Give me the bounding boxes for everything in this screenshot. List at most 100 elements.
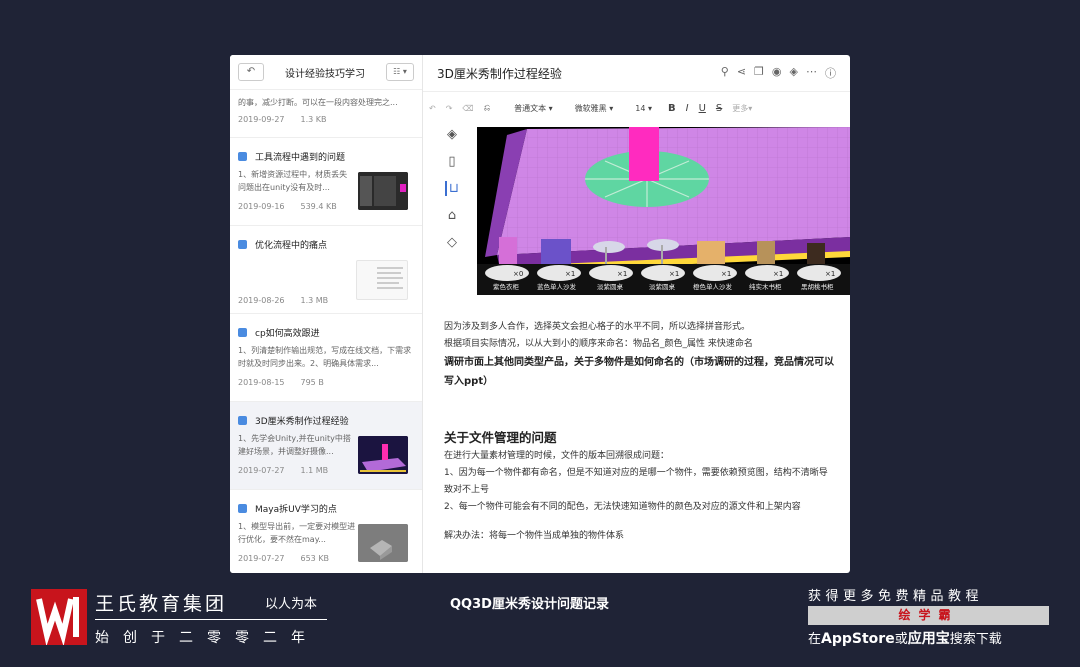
brand-divider — [95, 619, 327, 620]
embedded-3d-scene-image: ×0 紫色衣柜 ×1 蓝色单人沙发 ×1 淡紫圆桌 ×1 淡紫圆桌 ×1 橙色单… — [477, 127, 850, 295]
note-snippet: 1、模型导出前，一定要对模型进行优化，要不然在may... — [238, 522, 356, 544]
copy-icon[interactable]: ❐ — [754, 65, 764, 81]
list-item[interactable]: 工具流程中遇到的问题 1、新增资源过程中，材质丢失 问题出在unity没有及时.… — [230, 138, 422, 226]
paragraph: 根据项目实际情况，以从大到小的顺序来命名：物品名_颜色_属性 来快速命名 — [444, 339, 753, 349]
share-icon[interactable]: ⋖ — [737, 65, 746, 81]
format-toolbar: ↶ ↷ ⌫ ⎌ 普通文本 ▾ 微软雅黑 ▾ 14 ▾ B I U S 更多▾ — [423, 92, 850, 124]
note-thumbnail — [358, 172, 408, 210]
note-snippet: 的事，减少打断。可以在一段内容处理完之... — [238, 98, 398, 107]
insert-side-toolbar: ◈ ▯ ⊔ ⌂ ◇ — [441, 125, 463, 297]
section-heading: 关于文件管理的问题 — [444, 430, 557, 445]
bag-icon[interactable]: ⌂ — [448, 208, 456, 223]
paragraph: 2、每一个物件可能会有不同的配色，无法快速知道物件的颜色及对应的源文件和上架内容 — [444, 502, 801, 512]
list-item[interactable]: cp如何高效跟进 1、列清楚制作输出规范，写成在线文档，下需求时就及时同步出来。… — [230, 314, 422, 402]
scene-item-label: 淡紫圆桌 — [597, 282, 624, 291]
note-date: 2019-08-26 — [238, 296, 285, 305]
note-title: cp如何高效跟进 — [255, 328, 320, 339]
note-date: 2019-09-16 — [238, 202, 285, 211]
note-list-sidebar: ↶ 设计经验技巧学习 ☷ ▾ 的事，减少打断。可以在一段内容处理完之... 20… — [230, 55, 423, 573]
view-toggle-button[interactable]: ☷ ▾ — [386, 63, 414, 81]
note-size: 539.4 KB — [300, 202, 337, 211]
note-size: 1.1 MB — [300, 466, 329, 475]
scene-item-count: ×0 — [513, 270, 523, 278]
editor-header: 3D厘米秀制作过程经验 ⚲ ⋖ ❐ ◉ ◈ ⋯ ⓘ — [423, 55, 850, 92]
document-body[interactable]: 因为涉及到多人合作，选择英文会担心格子的水平不同，所以选择拼音形式。 根据项目实… — [444, 319, 834, 545]
document-title: 3D厘米秀制作过程经验 — [437, 66, 562, 81]
strikethrough-button[interactable]: S — [716, 103, 722, 114]
note-title: 优化流程中的痛点 — [255, 240, 328, 251]
scene-item-count: ×1 — [617, 270, 627, 278]
sofa-icon[interactable]: ⊔ — [444, 181, 459, 196]
underline-button[interactable]: U — [699, 103, 706, 114]
undo-arrow-icon[interactable]: ↶ — [238, 63, 264, 81]
note-date: 2019-08-15 — [238, 378, 285, 387]
phone-icon[interactable]: ▯ — [448, 154, 455, 169]
scene-item-label: 黑胡桃书柜 — [801, 282, 834, 291]
scene-item-count: ×1 — [773, 270, 783, 278]
scene-item-label: 纯实木书柜 — [749, 282, 782, 291]
note-title: 3D厘米秀制作过程经验 — [255, 416, 349, 427]
note-date: 2019-09-27 — [238, 115, 285, 124]
note-list: 的事，减少打断。可以在一段内容处理完之... 2019-09-27 1.3 KB… — [230, 90, 422, 573]
scene-item-label: 紫色衣柜 — [493, 282, 520, 291]
paragraph: 解决办法：将每一个物件当成单独的物件体系 — [444, 531, 625, 541]
note-thumbnail — [358, 436, 408, 474]
document-icon — [238, 239, 247, 249]
notebook-title: 设计经验技巧学习 — [285, 68, 365, 80]
bold-button[interactable]: B — [668, 103, 676, 114]
slide-caption: QQ3D厘米秀设计问题记录 — [450, 597, 609, 612]
more-tools-button[interactable]: 更多▾ — [732, 103, 752, 114]
brand-logo-icon — [31, 589, 87, 645]
brand-since: 始创于二零零二年 — [95, 630, 319, 646]
list-item[interactable]: Maya拆UV学习的点 1、模型导出前，一定要对模型进行优化，要不然在may..… — [230, 490, 422, 573]
note-snippet: 1、新增资源过程中，材质丢失 问题出在unity没有及时... — [238, 170, 348, 192]
editor-pane: 3D厘米秀制作过程经验 ⚲ ⋖ ❐ ◉ ◈ ⋯ ⓘ ↶ ↷ ⌫ ⎌ 普通文本 ▾… — [423, 55, 850, 573]
diamond-icon[interactable]: ◇ — [447, 235, 457, 250]
list-item[interactable]: 优化流程中的痛点 2019-08-26 1.3 MB — [230, 226, 422, 314]
clear-format-icon[interactable]: ⌫ — [462, 104, 473, 113]
document-icon — [238, 151, 247, 161]
document-icon — [238, 327, 247, 337]
promo-line-3: 在AppStore或应用宝搜索下载 — [808, 631, 1002, 647]
note-title: Maya拆UV学习的点 — [255, 504, 337, 515]
note-snippet: 1、先学会Unity,并在unity中搭建好场景，并调整好摄像... — [238, 434, 351, 456]
scene-item-count: ×1 — [721, 270, 731, 278]
document-icon — [238, 503, 247, 513]
tag-icon[interactable]: ◈ — [790, 65, 798, 81]
note-thumbnail — [356, 260, 408, 300]
undo-icon[interactable]: ↶ — [429, 104, 436, 113]
font-family-select[interactable]: 微软雅黑 ▾ — [575, 103, 614, 114]
search-icon[interactable]: ⚲ — [721, 65, 729, 81]
paragraph: 1、因为每一个物件都有命名，但是不知道对应的是哪一个物件，需要依赖预览图，结构不… — [444, 468, 828, 495]
font-size-select[interactable]: 14 ▾ — [635, 104, 652, 113]
paragraph: 在进行大量素材管理的时候，文件的版本回溯很成问题： — [444, 451, 670, 461]
list-item-selected[interactable]: 3D厘米秀制作过程经验 1、先学会Unity,并在unity中搭建好场景，并调整… — [230, 402, 422, 490]
scene-item-label: 淡紫圆桌 — [649, 282, 676, 291]
bold-paragraph: 调研市面上其他同类型产品，关于多物件是如何命名的（市场调研的过程，竞品情况可以写… — [444, 357, 834, 387]
info-icon[interactable]: ⓘ — [825, 65, 836, 81]
note-date: 2019-07-27 — [238, 466, 285, 475]
scene-item-label: 蓝色单人沙发 — [537, 282, 577, 291]
format-painter-icon[interactable]: ⎌ — [484, 103, 490, 113]
document-icon — [238, 415, 247, 425]
redo-icon[interactable]: ↷ — [446, 104, 453, 113]
layers-icon[interactable]: ◈ — [447, 127, 457, 142]
text-style-select[interactable]: 普通文本 ▾ — [514, 103, 553, 114]
more-icon[interactable]: ⋯ — [806, 65, 817, 81]
list-item[interactable]: 的事，减少打断。可以在一段内容处理完之... 2019-09-27 1.3 KB — [230, 90, 422, 138]
scene-item-label: 橙色单人沙发 — [693, 282, 733, 291]
scene-item-count: ×1 — [825, 270, 835, 278]
note-size: 1.3 KB — [300, 115, 327, 124]
play-icon[interactable]: ◉ — [772, 65, 782, 81]
scene-item-count: ×1 — [565, 270, 575, 278]
note-title: 工具流程中遇到的问题 — [255, 152, 346, 163]
note-size: 653 KB — [300, 554, 330, 563]
italic-button[interactable]: I — [686, 103, 689, 114]
sidebar-header: ↶ 设计经验技巧学习 ☷ ▾ — [230, 55, 422, 90]
notes-app-window: ↶ 设计经验技巧学习 ☷ ▾ 的事，减少打断。可以在一段内容处理完之... 20… — [230, 55, 850, 573]
note-size: 1.3 MB — [300, 296, 329, 305]
paragraph: 因为涉及到多人合作，选择英文会担心格子的水平不同，所以选择拼音形式。 — [444, 322, 751, 332]
scene-item-count: ×1 — [669, 270, 679, 278]
note-thumbnail — [358, 524, 408, 562]
brand-name: 王氏教育集团 — [95, 593, 228, 615]
